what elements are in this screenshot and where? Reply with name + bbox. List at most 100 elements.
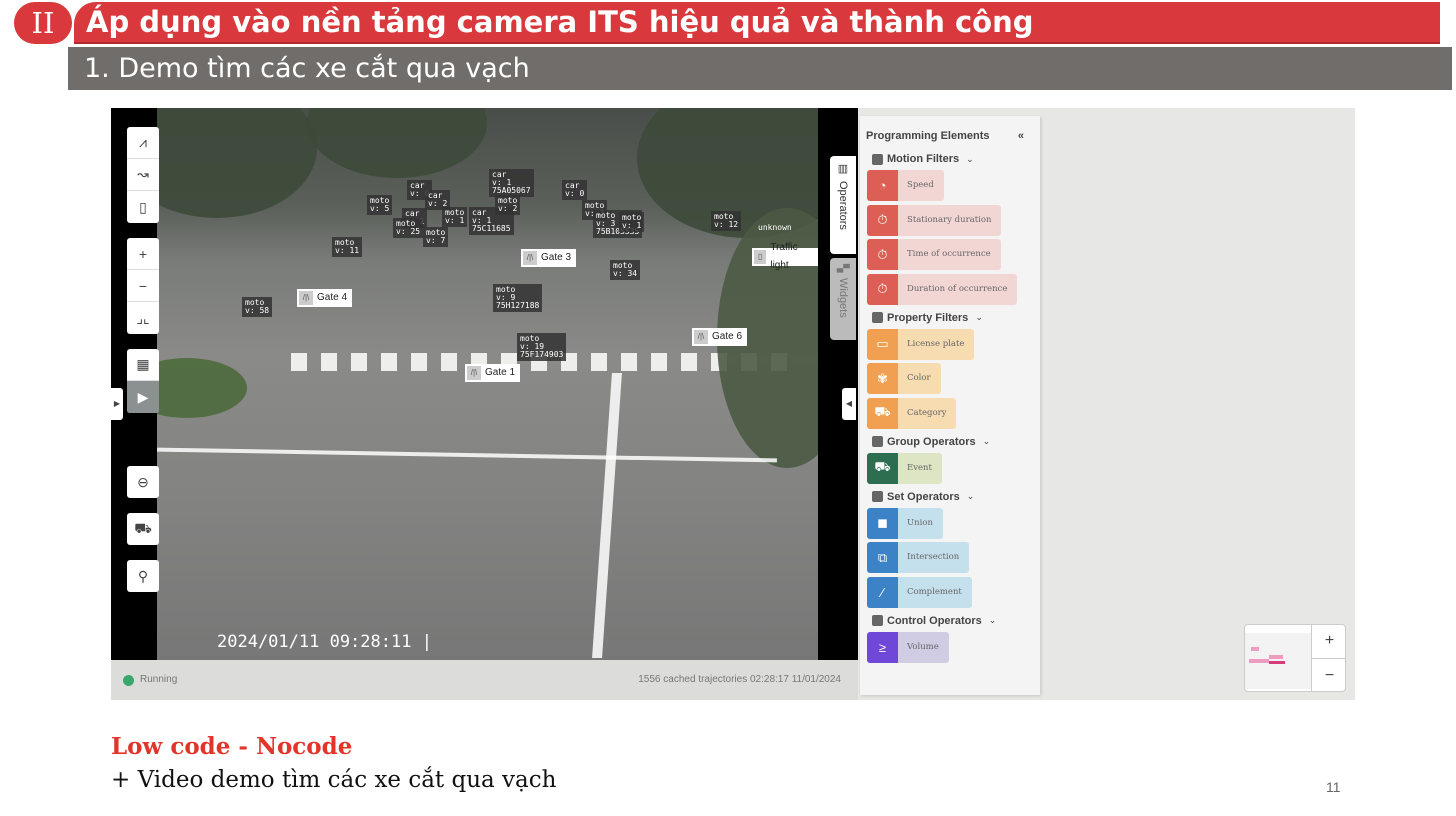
pedestrian-icon[interactable]: ⚲ (127, 560, 159, 592)
traffic-light-tool-icon[interactable]: ▯ (127, 191, 159, 223)
chevron-down-icon: ⌄ (988, 615, 997, 625)
fit-screen-icon[interactable]: ⌟⌞ (127, 302, 159, 334)
gate-name: Gate 4 (317, 292, 348, 303)
element-icon: ✾ (867, 363, 898, 394)
track-label: moto v: 1 (442, 207, 468, 227)
element-label: Duration of occurrence (898, 273, 1018, 305)
play-icon[interactable]: ▶ (127, 381, 159, 413)
track-label: moto v: 1 (619, 212, 645, 232)
element-union[interactable]: ◼ Union (867, 507, 943, 539)
tab-widgets[interactable]: ▚ Widgets (830, 258, 856, 340)
status-bar: Running 1556 cached trajectories 02:28:1… (111, 660, 858, 700)
traffic-light-icon: ▯ (754, 250, 767, 264)
element-icon: ⛟ (867, 452, 898, 484)
gate-name: Gate 6 (712, 331, 743, 342)
tab-label: Widgets (837, 278, 849, 319)
element-time-of-occurrence[interactable]: ⏱ Time of occurrence (867, 239, 1001, 270)
element-label: Event (898, 452, 942, 484)
canvas-area[interactable]: Programming Elements « Motion Filters ⌄ ◔ Sp… (858, 108, 1355, 700)
element-icon: ▭ (867, 328, 898, 360)
gate-icon: /|\ (299, 291, 313, 305)
element-category[interactable]: ⛟ Category (867, 397, 957, 429)
collapse-panel-icon[interactable]: « (1018, 130, 1024, 142)
gate-label[interactable]: /|\ Gate 3 (521, 249, 577, 267)
collapse-right-icon[interactable]: ◀ (842, 388, 856, 420)
element-volume[interactable]: ≥ Volume (867, 631, 949, 663)
element-complement[interactable]: ⁄ Complement (867, 576, 972, 608)
track-label: moto v: 25 (393, 218, 424, 238)
category-header[interactable]: Property Filters ⌄ (872, 311, 1040, 325)
category-label: Motion Filters (887, 153, 960, 165)
track-label: moto v: 2 (495, 195, 521, 215)
gate-icon: /|\ (523, 251, 537, 265)
zoom-in-icon[interactable]: + (127, 238, 159, 270)
element-event[interactable]: ⛟ Event (867, 452, 942, 484)
element-icon: ⏱ (867, 273, 898, 305)
category-header[interactable]: Motion Filters ⌄ (872, 152, 1040, 166)
view-icon[interactable]: ⊖ (127, 466, 159, 498)
element-icon: ◼ (867, 507, 898, 539)
element-label: Category (898, 397, 957, 429)
operators-icon: ▥ (836, 162, 849, 175)
vehicle-icon[interactable]: ⛟ (127, 513, 159, 545)
status-state: Running (140, 674, 178, 685)
slide-subtitle: 1. Demo tìm các xe cắt qua vạch (68, 47, 1452, 90)
gate-icon: /|\ (467, 366, 481, 380)
trajectory-tool-icon[interactable]: ↝ (127, 159, 159, 191)
tab-operators[interactable]: ▥ Operators (830, 156, 856, 254)
status-dot-icon (123, 675, 134, 686)
element-color[interactable]: ✾ Color (867, 363, 941, 394)
chevron-down-icon: ⌄ (966, 491, 975, 501)
traffic-light-label[interactable]: ▯ Traffic light (752, 242, 818, 271)
category-label: Group Operators (887, 435, 976, 448)
element-icon: ⁄ (867, 576, 898, 608)
category-header[interactable]: Set Operators ⌄ (872, 490, 1040, 504)
element-intersection[interactable]: ⧉ Intersection (867, 542, 970, 573)
category-icon (872, 491, 883, 502)
element-label: Speed (898, 170, 944, 201)
track-label: car v: 0 (562, 180, 588, 200)
app-screenshot: moto v: 5 car v: 1 car v: 0 car v: 2 mot… (111, 108, 1355, 700)
zoom-out-button[interactable]: − (1312, 659, 1345, 691)
video-viewer: moto v: 5 car v: 1 car v: 0 car v: 2 mot… (111, 108, 858, 660)
element-license-plate[interactable]: ▭ License plate (867, 328, 975, 360)
gate-tool-icon[interactable]: ⩘ (127, 127, 159, 159)
element-label: Union (898, 507, 943, 539)
panel-title: Programming Elements (866, 130, 990, 142)
track-label: moto v: 7 (423, 227, 449, 247)
zoom-out-icon[interactable]: − (127, 270, 159, 302)
track-label: moto v: 5 (367, 195, 393, 215)
category-header[interactable]: Control Operators ⌄ (872, 614, 1040, 628)
track-label: moto v: 12 (711, 211, 742, 231)
element-stationary-duration[interactable]: ⏱ Stationary duration (867, 204, 1002, 236)
element-icon: ⧉ (867, 542, 898, 573)
gate-icon: /|\ (694, 330, 708, 344)
chevron-down-icon: ⌄ (966, 153, 974, 164)
slide-title: Áp dụng vào nền tảng camera ITS hiệu quả… (74, 2, 1440, 44)
side-tabs: ▥ Operators ▚ Widgets ◀ (818, 108, 858, 660)
grid-icon[interactable]: ▦ (127, 349, 159, 381)
video-timestamp: 2024/01/11 09:28:11 | (217, 632, 432, 652)
slide-bullet: + Video demo tìm các xe cắt qua vạch (111, 767, 557, 793)
element-speed[interactable]: ◔ Speed (867, 170, 944, 201)
category-header[interactable]: Group Operators ⌄ (872, 435, 1040, 449)
category-icon (872, 153, 883, 165)
track-label: moto v: 11 (332, 237, 363, 257)
gate-label[interactable]: /|\ Gate 6 (692, 328, 748, 346)
track-label: moto v: 34 (610, 260, 641, 280)
gate-label[interactable]: /|\ Gate 1 (465, 364, 521, 382)
status-info: 1556 cached trajectories 02:28:17 11/01/… (638, 674, 841, 685)
camera-video[interactable]: moto v: 5 car v: 1 car v: 0 car v: 2 mot… (157, 108, 818, 660)
track-label: moto v: 19 75F174903 (517, 333, 567, 361)
zoom-in-button[interactable]: + (1312, 625, 1345, 659)
element-icon: ≥ (867, 631, 898, 663)
track-label: unknown (758, 223, 792, 232)
track-label: car v: 1 75A05067 (489, 169, 534, 197)
element-label: Volume (898, 631, 949, 663)
gate-label[interactable]: /|\ Gate 4 (297, 289, 353, 307)
element-icon: ◔ (867, 170, 898, 201)
tab-label: Operators (837, 181, 849, 230)
element-duration-of-occurrence[interactable]: ⏱ Duration of occurrence (867, 273, 1018, 305)
expand-left-icon[interactable]: ▶ (111, 388, 123, 420)
minimap[interactable]: + − (1244, 624, 1346, 692)
